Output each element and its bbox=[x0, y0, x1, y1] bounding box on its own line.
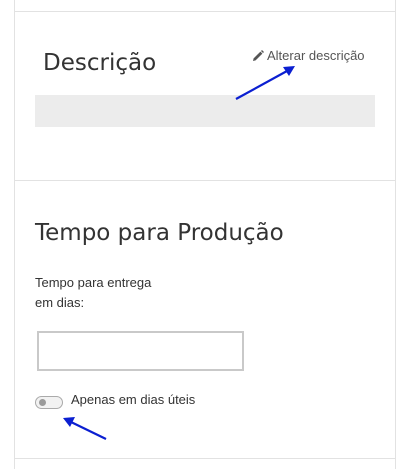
delivery-days-label-line2: em dias: bbox=[35, 295, 85, 310]
delivery-days-label: Tempo para entrega em dias: bbox=[35, 273, 175, 313]
divider-middle bbox=[14, 180, 396, 181]
business-days-toggle[interactable] bbox=[35, 396, 63, 409]
toggle-knob bbox=[39, 399, 46, 406]
divider-bottom bbox=[14, 458, 396, 459]
production-time-title: Tempo para Produção bbox=[35, 220, 284, 246]
business-days-toggle-row[interactable]: Apenas em dias úteis bbox=[35, 392, 195, 409]
business-days-label: Apenas em dias úteis bbox=[71, 392, 196, 407]
pencil-icon bbox=[252, 49, 264, 62]
description-box bbox=[35, 95, 375, 127]
delivery-days-input[interactable] bbox=[37, 331, 244, 371]
edit-description-link[interactable]: Alterar descrição bbox=[252, 48, 365, 63]
divider-top bbox=[14, 11, 396, 12]
edit-description-label: Alterar descrição bbox=[267, 48, 365, 63]
description-title: Descrição bbox=[43, 50, 157, 76]
delivery-days-label-line1: Tempo para entrega bbox=[35, 275, 152, 290]
